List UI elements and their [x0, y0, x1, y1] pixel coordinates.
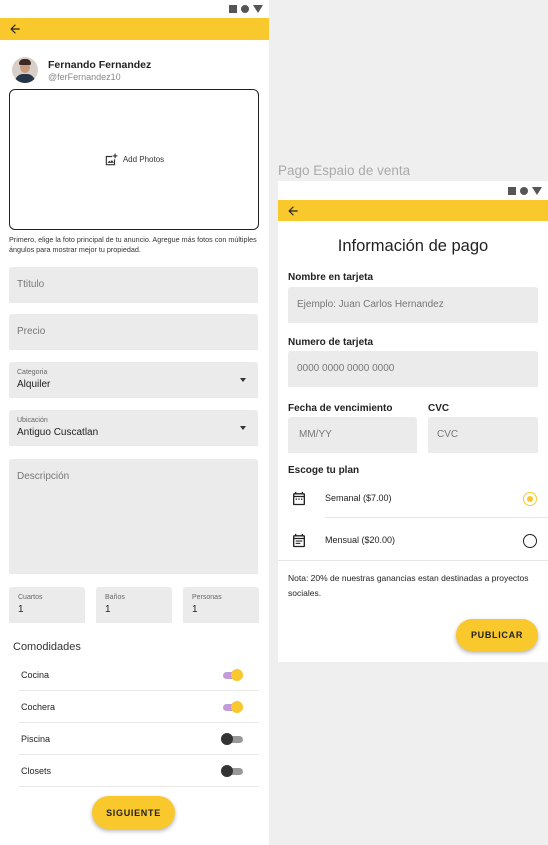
cvc-label: CVC	[428, 403, 450, 414]
plan-weekly-option[interactable]: Semanal ($7.00)	[278, 479, 548, 519]
amenities-title: Comodidades	[13, 641, 81, 653]
price-placeholder: Precio	[17, 326, 46, 337]
amenity-label: Piscina	[21, 733, 51, 744]
add-photos-label: Add Photos	[122, 155, 165, 164]
bathrooms-label: Baños	[105, 594, 125, 601]
status-bar	[278, 181, 548, 200]
card-number-placeholder: 0000 0000 0000 0000	[297, 363, 395, 374]
recent-apps-icon	[508, 186, 516, 195]
bathrooms-field[interactable]: Baños 1	[96, 587, 172, 623]
back-nav-icon	[532, 186, 542, 195]
card-name-placeholder: Ejemplo: Juan Carlos Hernandez	[297, 299, 444, 310]
cvc-placeholder: CVC	[437, 429, 459, 440]
card-name-input[interactable]: Ejemplo: Juan Carlos Hernandez	[288, 287, 538, 323]
category-value: Alquiler	[17, 379, 51, 390]
amenity-label: Cochera	[21, 701, 56, 712]
calendar-icon	[293, 491, 305, 506]
category-label: Categoria	[17, 369, 48, 376]
cochera-toggle[interactable]	[221, 700, 245, 714]
payment-heading: Información de pago	[337, 237, 489, 255]
amenity-label: Closets	[21, 765, 52, 776]
home-icon	[520, 186, 528, 195]
listing-form-screen: Fernando Fernandez @ferFernandez10 Add P…	[0, 0, 269, 845]
divider	[278, 560, 548, 561]
screen-title: Pago Espaio de venta	[278, 163, 411, 178]
card-name-label: Nombre en tarjeta	[288, 272, 374, 283]
amenity-row-cochera: Cochera	[19, 691, 259, 723]
avatar[interactable]	[12, 57, 38, 83]
price-field[interactable]: Precio	[9, 314, 258, 350]
app-bar	[278, 200, 548, 221]
card-number-input[interactable]: 0000 0000 0000 0000	[288, 351, 538, 387]
plan-monthly-option[interactable]: Mensual ($20.00)	[278, 521, 548, 561]
cocina-toggle[interactable]	[221, 668, 245, 682]
recent-apps-icon	[229, 5, 237, 13]
home-icon	[241, 5, 249, 13]
payment-screen: Información de pago Nombre en tarjeta Ej…	[278, 181, 548, 662]
location-select[interactable]: Ubicación Antiguo Cuscatlan	[9, 410, 258, 446]
calendar-icon	[293, 533, 305, 548]
description-field[interactable]: Descripción	[9, 459, 258, 574]
piscina-toggle[interactable]	[221, 732, 245, 746]
profile-header: Fernando Fernandez @ferFernandez10	[0, 51, 269, 89]
rooms-value: 1	[18, 604, 24, 615]
divider	[325, 517, 548, 518]
persons-value: 1	[192, 604, 198, 615]
amenity-label: Cocina	[21, 669, 50, 680]
cvc-input[interactable]: CVC	[428, 417, 538, 453]
expiry-label: Fecha de vencimiento	[288, 403, 393, 414]
plan-label: Escoge tu plan	[288, 465, 360, 476]
rooms-label: Cuartos	[18, 594, 43, 601]
amenity-row-cocina: Cocina	[19, 659, 259, 691]
card-number-label: Numero de tarjeta	[288, 337, 374, 348]
back-arrow-icon[interactable]	[286, 204, 300, 218]
location-value: Antiguo Cuscatlan	[17, 427, 99, 438]
location-label: Ubicación	[17, 417, 48, 424]
plan-weekly-label: Semanal ($7.00)	[325, 493, 392, 503]
plan-monthly-radio[interactable]	[523, 534, 537, 548]
persons-label: Personas	[192, 594, 222, 601]
persons-field[interactable]: Personas 1	[183, 587, 259, 623]
plan-weekly-radio[interactable]	[523, 492, 537, 506]
publish-button[interactable]: PUBLICAR	[456, 619, 538, 651]
title-field[interactable]: Ttitulo	[9, 267, 258, 303]
chevron-down-icon	[240, 378, 246, 382]
rooms-field[interactable]: Cuartos 1	[9, 587, 85, 623]
plan-monthly-label: Mensual ($20.00)	[325, 535, 396, 545]
expiry-placeholder: MM/YY	[299, 429, 332, 440]
description-placeholder: Descripción	[17, 471, 70, 482]
amenity-row-piscina: Piscina	[19, 723, 259, 755]
status-bar	[0, 0, 269, 18]
category-select[interactable]: Categoria Alquiler	[9, 362, 258, 398]
amenity-row-closets: Closets	[19, 755, 259, 787]
app-bar	[0, 18, 269, 40]
profile-username: @ferFernandez10	[48, 71, 121, 82]
closets-toggle[interactable]	[221, 764, 245, 778]
back-arrow-icon[interactable]	[8, 22, 22, 36]
next-button[interactable]: SIGUIENTE	[92, 796, 175, 829]
title-placeholder: Ttitulo	[17, 279, 45, 290]
photo-hint-text: Primero, elige la foto principal de tu a…	[9, 235, 257, 254]
chevron-down-icon	[240, 426, 246, 430]
add-photo-icon	[105, 153, 118, 165]
add-photos-area[interactable]: Add Photos	[9, 89, 259, 230]
social-note: Nota: 20% de nuestras ganancias estan de…	[288, 573, 529, 598]
back-nav-icon	[253, 5, 263, 13]
profile-name: Fernando Fernandez	[48, 58, 152, 71]
expiry-input[interactable]: MM/YY	[288, 417, 417, 453]
bathrooms-value: 1	[105, 604, 111, 615]
